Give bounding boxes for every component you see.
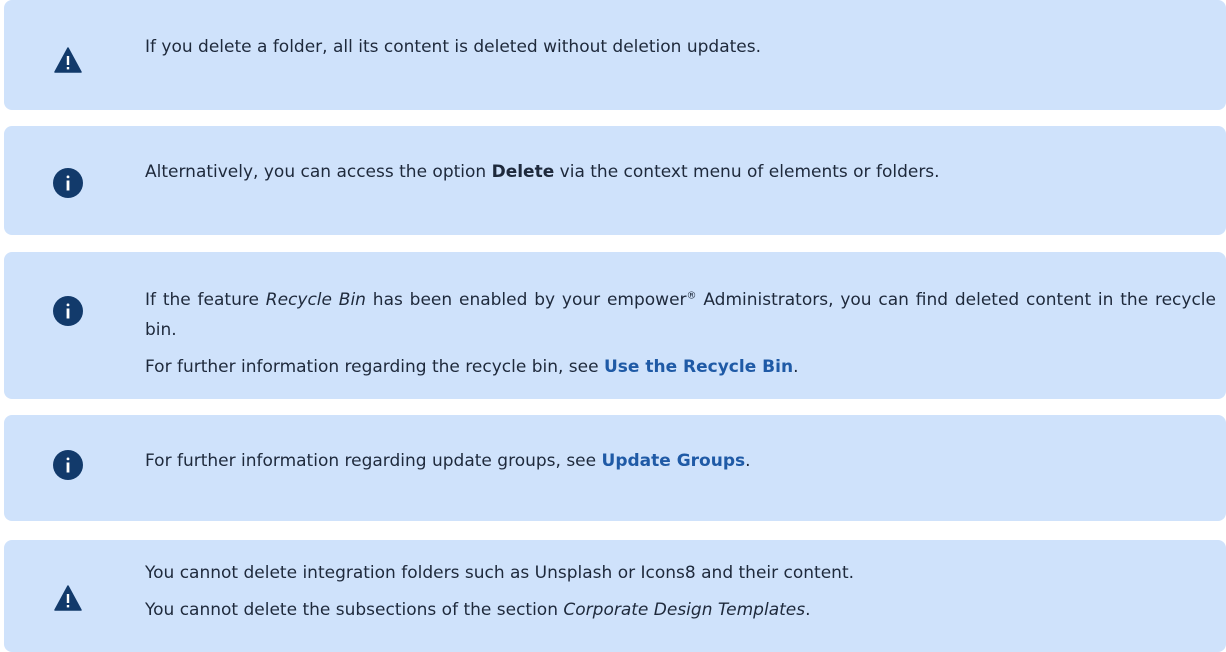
note-text-part: If the feature <box>145 290 266 310</box>
corporate-design-templates-label: Corporate Design Templates <box>563 600 806 620</box>
note-line: If you delete a folder, all its content … <box>145 37 761 57</box>
info-circle-icon <box>53 296 83 326</box>
recycle-bin-feature-name: Recycle Bin <box>265 290 366 310</box>
delete-option-label: Delete <box>491 162 555 182</box>
note-line: You cannot delete integration folders su… <box>145 563 855 583</box>
warning-note-delete-folder: If you delete a folder, all its content … <box>4 0 1226 110</box>
warning-note-integration-folders: You cannot delete integration folders su… <box>4 540 1226 652</box>
registered-mark: ® <box>686 290 697 302</box>
note-text-part: For further information regarding the re… <box>145 357 604 377</box>
note-text: Alternatively, you can access the option… <box>145 157 1216 187</box>
note-text: For further information regarding update… <box>145 446 1216 476</box>
note-text-part: has been enabled by your empower <box>365 290 687 310</box>
note-text-part: . <box>745 451 751 471</box>
warning-triangle-icon <box>53 583 83 613</box>
notes-container: If you delete a folder, all its content … <box>0 0 1226 652</box>
use-recycle-bin-link[interactable]: Use the Recycle Bin <box>604 357 793 377</box>
note-text-part: You cannot delete the subsections of the… <box>145 600 564 620</box>
warning-triangle-icon <box>53 45 83 75</box>
note-text-part: For further information regarding update… <box>145 451 602 471</box>
info-note-context-menu: Alternatively, you can access the option… <box>4 126 1226 235</box>
note-text-part: . <box>793 357 799 377</box>
note-text-part: Alternatively, you can access the option <box>145 162 492 182</box>
update-groups-link[interactable]: Update Groups <box>602 451 746 471</box>
note-text-part: . <box>805 600 811 620</box>
note-text-part: via the context menu of elements or fold… <box>554 162 940 182</box>
info-note-update-groups: For further information regarding update… <box>4 415 1226 521</box>
info-note-recycle-bin: If the feature Recycle Bin has been enab… <box>4 252 1226 399</box>
note-text: You cannot delete integration folders su… <box>145 558 1216 625</box>
note-text: If the feature Recycle Bin has been enab… <box>145 285 1216 382</box>
info-circle-icon <box>53 168 83 198</box>
info-circle-icon <box>53 450 83 480</box>
note-text: If you delete a folder, all its content … <box>145 32 1216 62</box>
